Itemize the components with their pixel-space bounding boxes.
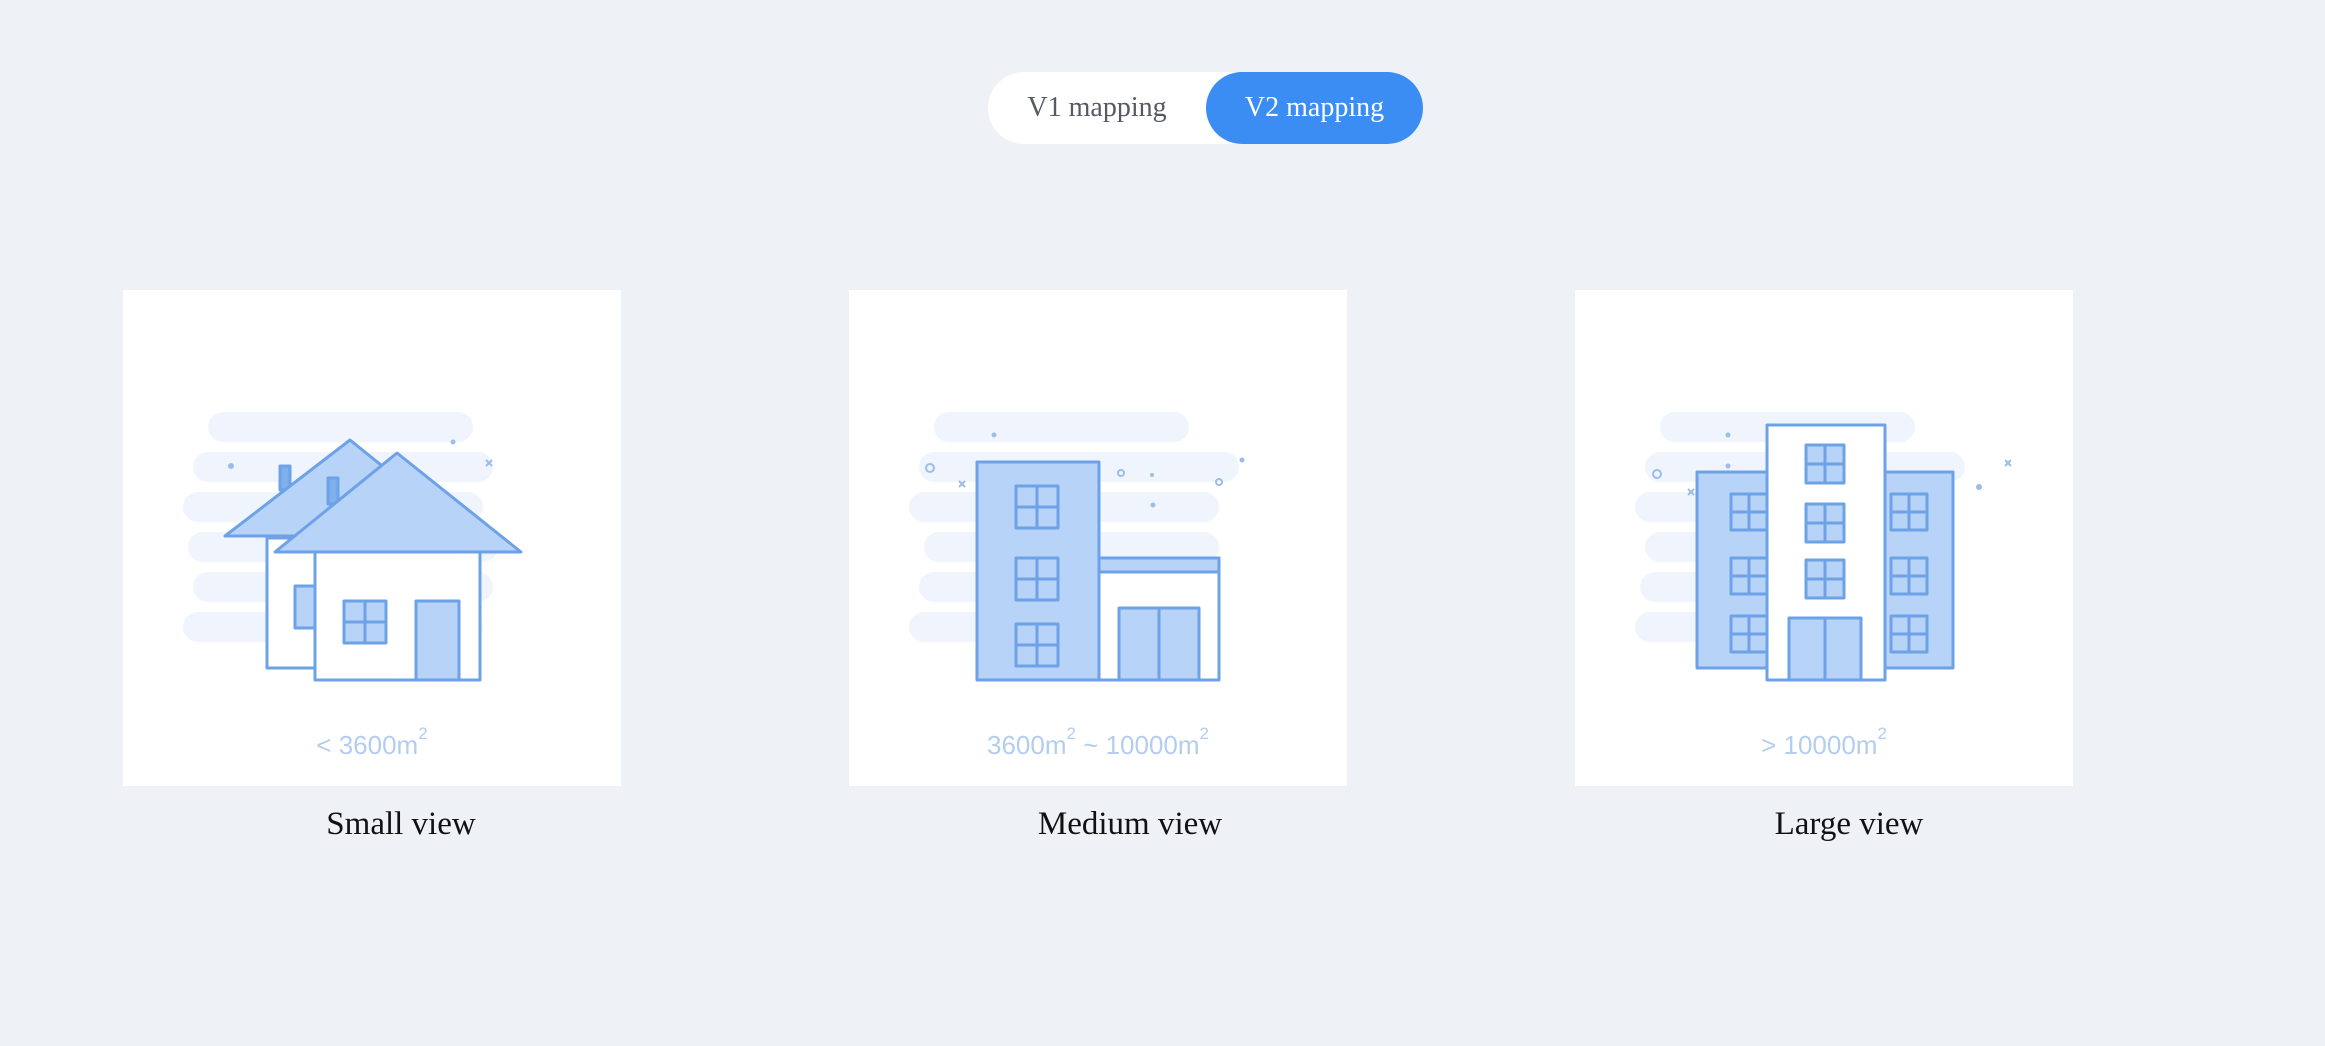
- v1-mapping-tab[interactable]: V1 mapping: [988, 72, 1206, 144]
- medium-area-label: 3600m2 ~ 10000m2: [986, 724, 1210, 760]
- large-view-card[interactable]: > 10000m2: [1575, 290, 2073, 786]
- small-area-label: < 3600m2: [316, 724, 428, 760]
- medium-building-illustration: [909, 412, 1245, 682]
- medium-view-caption: Medium view: [1037, 806, 1223, 842]
- small-view-card[interactable]: < 3600m2: [123, 290, 621, 786]
- mapping-version-toggle: V1 mapping V2 mapping: [988, 72, 1423, 144]
- large-view-caption: Large view: [1774, 806, 1924, 842]
- large-building-illustration: [1635, 412, 2012, 682]
- small-view-caption: Small view: [326, 806, 476, 842]
- medium-view-card[interactable]: 3600m2 ~ 10000m2: [849, 290, 1347, 786]
- large-area-label: > 10000m2: [1761, 724, 1887, 760]
- v2-mapping-tab[interactable]: V2 mapping: [1206, 72, 1423, 144]
- houses-illustration: [183, 412, 523, 682]
